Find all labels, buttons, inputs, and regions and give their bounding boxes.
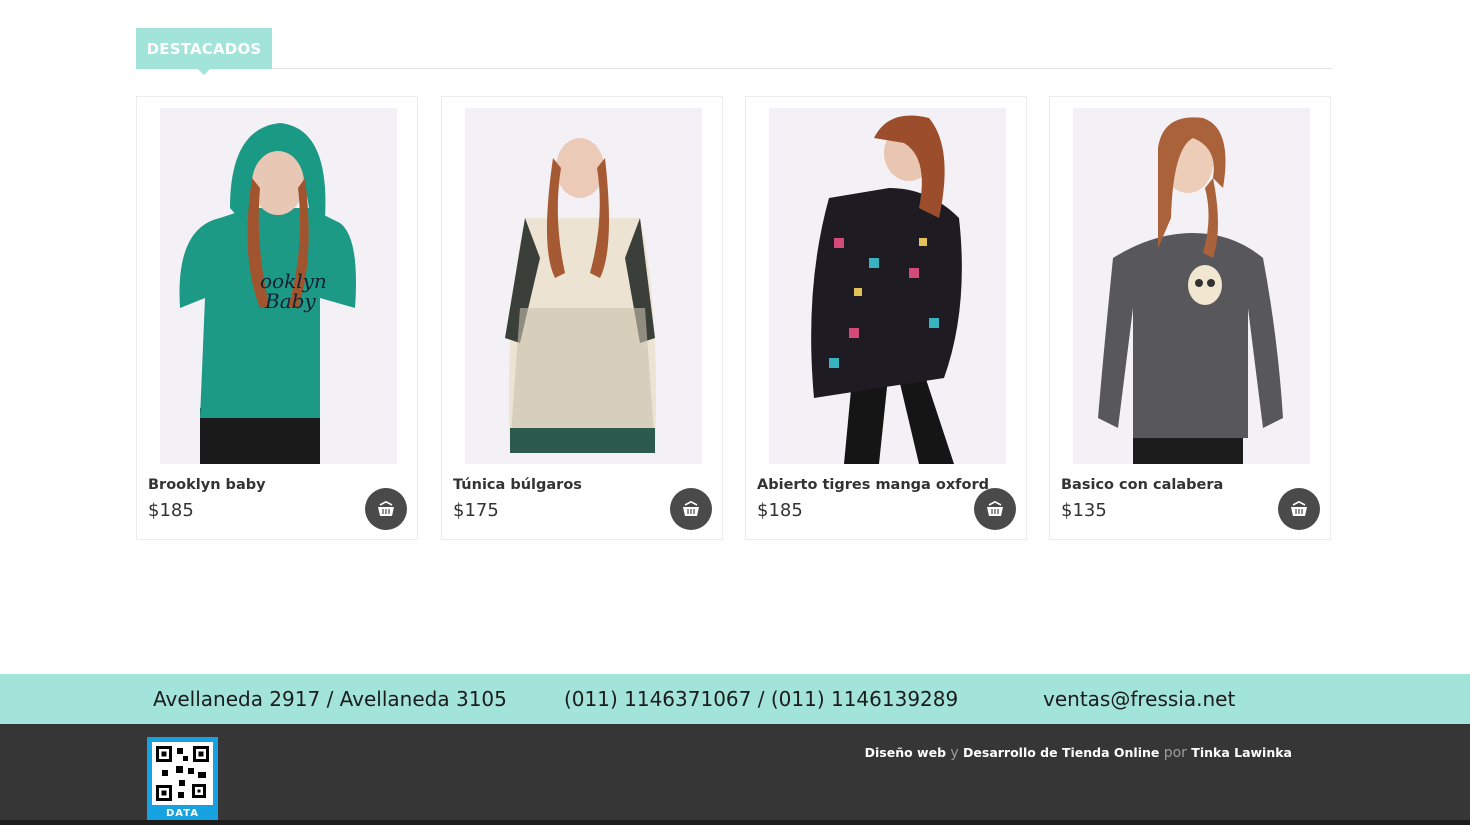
credits-link-store-dev[interactable]: Desarrollo de Tienda Online — [963, 745, 1159, 760]
product-price: $135 — [1061, 500, 1107, 521]
store-address: Avellaneda 2917 / Avellaneda 3105 — [153, 687, 507, 711]
store-email[interactable]: ventas@fressia.net — [1043, 687, 1235, 711]
credits-link-agency[interactable]: Tinka Lawinka — [1191, 745, 1292, 760]
footer-credits: Diseño web y Desarrollo de Tienda Online… — [865, 745, 1292, 761]
qr-code-icon — [152, 742, 213, 805]
product-photo-jacket — [769, 108, 1006, 464]
footer-bottom: DATA Diseño web y Desarrollo de Tienda O… — [0, 724, 1470, 825]
product-price: $175 — [453, 500, 499, 521]
product-name[interactable]: Basico con calabera — [1061, 477, 1223, 493]
contact-bar: Avellaneda 2917 / Avellaneda 3105 (011) … — [0, 674, 1470, 724]
product-image[interactable] — [769, 108, 1006, 464]
product-image[interactable] — [1073, 108, 1310, 464]
product-image[interactable]: ooklyn Baby — [160, 108, 397, 464]
add-to-cart-button[interactable] — [974, 488, 1016, 530]
product-price: $185 — [757, 500, 803, 521]
product-card[interactable]: ooklyn Baby Brooklyn baby $185 — [136, 96, 418, 540]
credits-separator: por — [1163, 745, 1187, 761]
add-to-cart-button[interactable] — [1278, 488, 1320, 530]
store-phones[interactable]: (011) 1146371067 / (011) 1146139289 — [564, 687, 958, 711]
basket-icon — [987, 501, 1003, 516]
svg-text:Baby: Baby — [264, 289, 316, 313]
qr-label: DATA — [165, 808, 200, 819]
product-card[interactable]: Basico con calabera $135 — [1049, 96, 1331, 540]
add-to-cart-button[interactable] — [365, 488, 407, 530]
credits-separator: y — [950, 745, 959, 761]
product-name[interactable]: Abierto tigres manga oxford — [757, 477, 989, 493]
product-photo-hoodie: ooklyn Baby — [160, 108, 397, 464]
product-price: $185 — [148, 500, 194, 521]
product-card[interactable]: Abierto tigres manga oxford $185 — [745, 96, 1027, 540]
credits-link-web-design[interactable]: Diseño web — [865, 745, 946, 760]
product-photo-tunic — [465, 108, 702, 464]
product-name[interactable]: Brooklyn baby — [148, 477, 266, 493]
basket-icon — [1291, 501, 1307, 516]
add-to-cart-button[interactable] — [670, 488, 712, 530]
data-fiscal-qr[interactable]: DATA — [147, 737, 218, 821]
section-header: DESTACADOS — [136, 28, 1333, 75]
product-image[interactable] — [465, 108, 702, 464]
product-card[interactable]: Túnica búlgaros $175 — [441, 96, 723, 540]
product-grid: ooklyn Baby Brooklyn baby $185 Túnica bú… — [136, 96, 1334, 542]
basket-icon — [378, 501, 394, 516]
product-name[interactable]: Túnica búlgaros — [453, 477, 582, 493]
basket-icon — [683, 501, 699, 516]
product-photo-sweater — [1073, 108, 1310, 464]
section-divider — [136, 68, 1333, 69]
footer-base-strip — [0, 820, 1470, 825]
section-title: DESTACADOS — [136, 28, 272, 75]
